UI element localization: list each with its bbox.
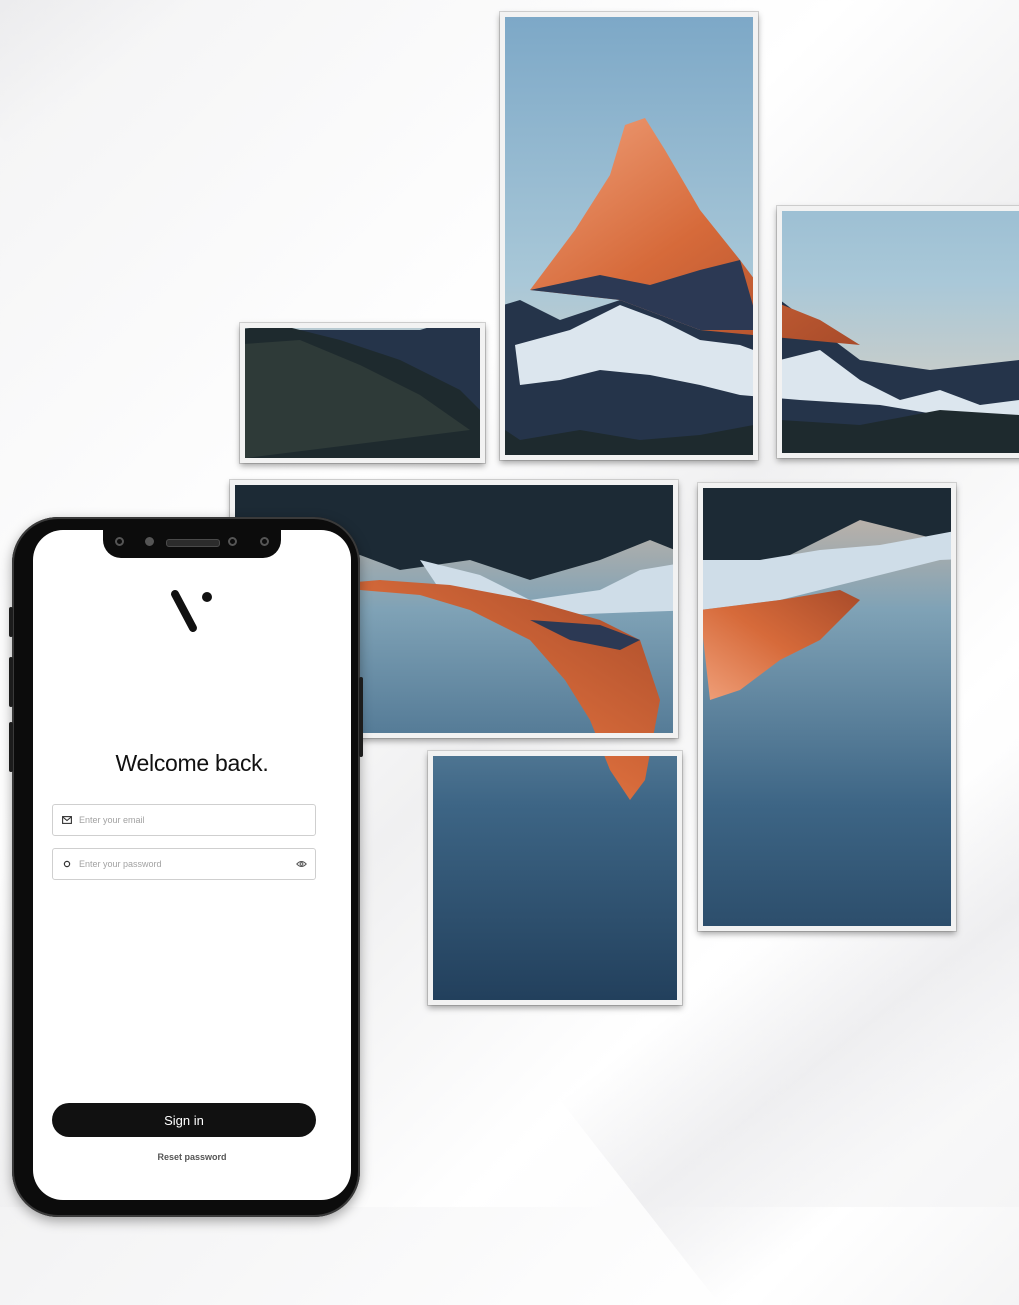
mail-icon [61, 814, 73, 826]
login-screen: Welcome back. Sign in Reset password [33, 530, 351, 1200]
phone-side-button [9, 607, 13, 637]
phone-side-button [9, 657, 13, 707]
reset-password-link[interactable]: Reset password [33, 1152, 351, 1162]
email-input[interactable] [79, 815, 307, 825]
camera-icon [145, 537, 154, 546]
wall-frame-tall-right [698, 483, 956, 931]
phone-side-button [359, 677, 363, 757]
password-field[interactable] [52, 848, 316, 880]
sign-in-button[interactable]: Sign in [52, 1103, 316, 1137]
lock-icon [61, 858, 73, 870]
email-field[interactable] [52, 804, 316, 836]
phone-side-button [9, 722, 13, 772]
camera-icon [228, 537, 237, 546]
wall-frame-right [777, 206, 1019, 458]
password-input[interactable] [79, 859, 291, 869]
phone-mockup: Welcome back. Sign in Reset password [9, 517, 363, 1217]
phone-notch [103, 530, 281, 558]
wall-frame-bottom-square [428, 751, 682, 1005]
camera-icon [260, 537, 269, 546]
brand-logo-icon [171, 590, 212, 632]
page-title: Welcome back. [115, 750, 269, 776]
camera-icon [115, 537, 124, 546]
wall-frame-center-tall [500, 12, 758, 460]
wall-frame-left-small [240, 323, 485, 463]
speaker-grille [166, 539, 220, 547]
eye-icon[interactable] [295, 858, 307, 870]
